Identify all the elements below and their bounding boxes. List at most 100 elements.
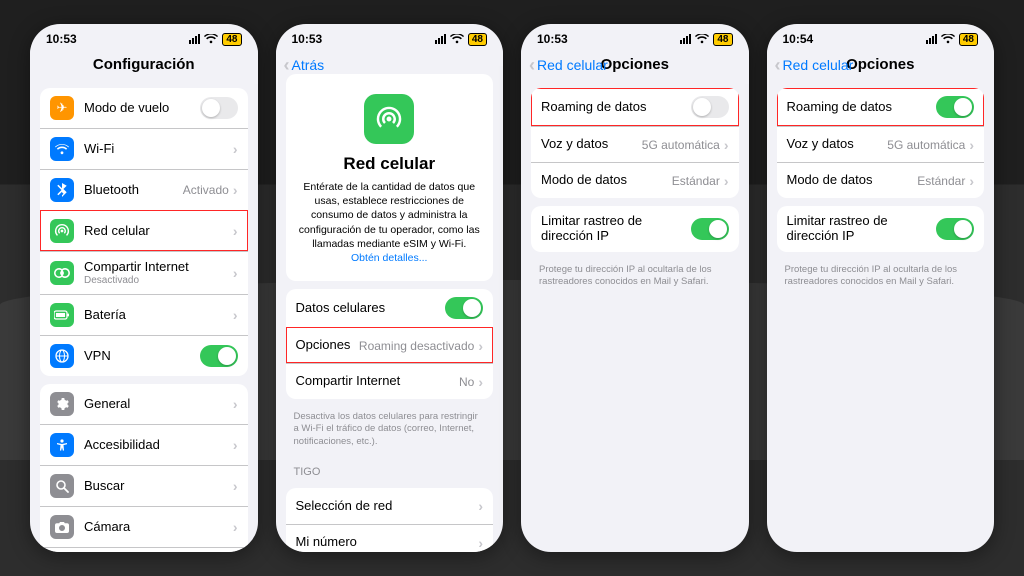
phone-settings-root: 10:53 48 Configuración ✈ Modo de vuelo W… bbox=[30, 24, 258, 552]
nav-header: ‹Atrás bbox=[276, 48, 504, 66]
wifi-settings-icon bbox=[50, 137, 74, 161]
row-label: Selección de red bbox=[296, 499, 479, 514]
airplane-toggle[interactable] bbox=[200, 97, 238, 119]
row-label: Voz y datos bbox=[541, 137, 642, 152]
row-value: Activado bbox=[183, 183, 229, 197]
roaming-toggle-on[interactable] bbox=[936, 96, 974, 118]
chevron-left-icon: ‹ bbox=[775, 56, 781, 74]
battery-icon: 48 bbox=[713, 33, 732, 46]
chevron-right-icon: › bbox=[233, 141, 238, 157]
row-value: 5G automática bbox=[887, 138, 965, 152]
signal-icon bbox=[680, 34, 691, 44]
cellular-big-icon bbox=[364, 94, 414, 144]
promo-title: Red celular bbox=[298, 154, 482, 174]
row-label: Compartir Internet bbox=[296, 374, 459, 389]
vpn-toggle[interactable] bbox=[200, 345, 238, 367]
chevron-right-icon: › bbox=[724, 137, 729, 153]
accessibility-icon bbox=[50, 433, 74, 457]
chevron-right-icon: › bbox=[233, 519, 238, 535]
row-label: Accesibilidad bbox=[84, 438, 233, 453]
gear-icon bbox=[50, 392, 74, 416]
row-data-mode[interactable]: Modo de datos Estándar › bbox=[777, 162, 985, 198]
row-camera[interactable]: Cámara › bbox=[40, 506, 248, 547]
signal-icon bbox=[189, 34, 200, 44]
page-title: Opciones bbox=[601, 56, 669, 73]
chevron-right-icon: › bbox=[724, 173, 729, 189]
row-value: Roaming desactivado bbox=[359, 339, 474, 353]
row-my-number[interactable]: Mi número › bbox=[286, 524, 494, 552]
row-cellular-data[interactable]: Datos celulares bbox=[286, 289, 494, 327]
row-data-roaming[interactable]: Roaming de datos bbox=[531, 88, 739, 126]
phone-cellular-settings: 10:53 48 ‹Atrás Red celular Entérate de … bbox=[276, 24, 504, 552]
status-bar: 10:53 48 bbox=[30, 24, 258, 48]
chevron-right-icon: › bbox=[233, 396, 238, 412]
battery-icon: 48 bbox=[222, 33, 241, 46]
bluetooth-icon bbox=[50, 178, 74, 202]
row-data-roaming[interactable]: Roaming de datos bbox=[777, 88, 985, 126]
row-battery[interactable]: Batería › bbox=[40, 294, 248, 335]
hotspot-icon bbox=[50, 261, 74, 285]
row-vpn[interactable]: VPN bbox=[40, 335, 248, 376]
row-data-mode[interactable]: Modo de datos Estándar › bbox=[531, 162, 739, 198]
row-label: Compartir InternetDesactivado bbox=[84, 260, 233, 286]
chevron-right-icon: › bbox=[233, 307, 238, 323]
chevron-right-icon: › bbox=[478, 498, 483, 514]
row-network-selection[interactable]: Selección de red › bbox=[286, 488, 494, 524]
clock: 10:54 bbox=[783, 32, 814, 46]
wifi-icon bbox=[695, 34, 709, 44]
row-voice-data[interactable]: Voz y datos 5G automática › bbox=[531, 126, 739, 162]
ip-toggle[interactable] bbox=[691, 218, 729, 240]
search-icon bbox=[50, 474, 74, 498]
row-accessibility[interactable]: Accesibilidad › bbox=[40, 424, 248, 465]
row-hotspot-2[interactable]: Compartir Internet No › bbox=[286, 363, 494, 399]
carrier-header: TIGO bbox=[276, 456, 504, 480]
phone-options-roaming-on: 10:54 48 ‹Red celular Opciones Roaming d… bbox=[767, 24, 995, 552]
wifi-icon bbox=[204, 34, 218, 44]
back-button[interactable]: ‹Atrás bbox=[284, 56, 325, 74]
nav-header: ‹Red celular Opciones bbox=[767, 48, 995, 84]
status-bar: 10:53 48 bbox=[276, 24, 504, 48]
row-label: Batería bbox=[84, 308, 233, 323]
row-options[interactable]: Opciones Roaming desactivado › bbox=[286, 327, 494, 363]
nav-header: Configuración bbox=[30, 48, 258, 84]
row-airplane-mode[interactable]: ✈ Modo de vuelo bbox=[40, 88, 248, 128]
back-button[interactable]: ‹Red celular bbox=[529, 56, 608, 74]
row-value: No bbox=[459, 375, 474, 389]
chevron-left-icon: ‹ bbox=[529, 56, 535, 74]
row-voice-data[interactable]: Voz y datos 5G automática › bbox=[777, 126, 985, 162]
nav-header: ‹Red celular Opciones bbox=[521, 48, 749, 84]
row-limit-ip[interactable]: Limitar rastreo de dirección IP bbox=[531, 206, 739, 252]
row-wifi[interactable]: Wi-Fi › bbox=[40, 128, 248, 169]
cellular-data-toggle[interactable] bbox=[445, 297, 483, 319]
row-search[interactable]: Buscar › bbox=[40, 465, 248, 506]
signal-icon bbox=[926, 34, 937, 44]
clock: 10:53 bbox=[46, 32, 77, 46]
status-bar: 10:53 48 bbox=[521, 24, 749, 48]
row-label: Limitar rastreo de dirección IP bbox=[541, 214, 691, 244]
ip-footer-note: Protege tu dirección IP al ocultarla de … bbox=[767, 260, 995, 297]
roaming-toggle-off[interactable] bbox=[691, 96, 729, 118]
row-label: Roaming de datos bbox=[787, 100, 937, 115]
camera-icon bbox=[50, 515, 74, 539]
cellular-promo-card: Red celular Entérate de la cantidad de d… bbox=[286, 74, 494, 281]
chevron-right-icon: › bbox=[478, 535, 483, 551]
vpn-icon bbox=[50, 344, 74, 368]
row-label: Bluetooth bbox=[84, 183, 183, 198]
page-title: Configuración bbox=[93, 56, 195, 73]
clock: 10:53 bbox=[537, 32, 568, 46]
row-hotspot[interactable]: Compartir InternetDesactivado › bbox=[40, 251, 248, 294]
row-general[interactable]: General › bbox=[40, 384, 248, 424]
row-label: Limitar rastreo de dirección IP bbox=[787, 214, 937, 244]
back-button[interactable]: ‹Red celular bbox=[775, 56, 854, 74]
promo-link[interactable]: Obtén detalles... bbox=[351, 252, 427, 264]
row-control-center[interactable]: Centro de control › bbox=[40, 547, 248, 552]
row-bluetooth[interactable]: Bluetooth Activado › bbox=[40, 169, 248, 210]
row-cellular[interactable]: Red celular › bbox=[40, 210, 248, 251]
footer-note: Desactiva los datos celulares para restr… bbox=[276, 407, 504, 456]
wifi-icon bbox=[450, 34, 464, 44]
row-value: 5G automática bbox=[642, 138, 720, 152]
row-limit-ip[interactable]: Limitar rastreo de dirección IP bbox=[777, 206, 985, 252]
ip-toggle[interactable] bbox=[936, 218, 974, 240]
phone-options-roaming-off: 10:53 48 ‹Red celular Opciones Roaming d… bbox=[521, 24, 749, 552]
chevron-right-icon: › bbox=[233, 182, 238, 198]
